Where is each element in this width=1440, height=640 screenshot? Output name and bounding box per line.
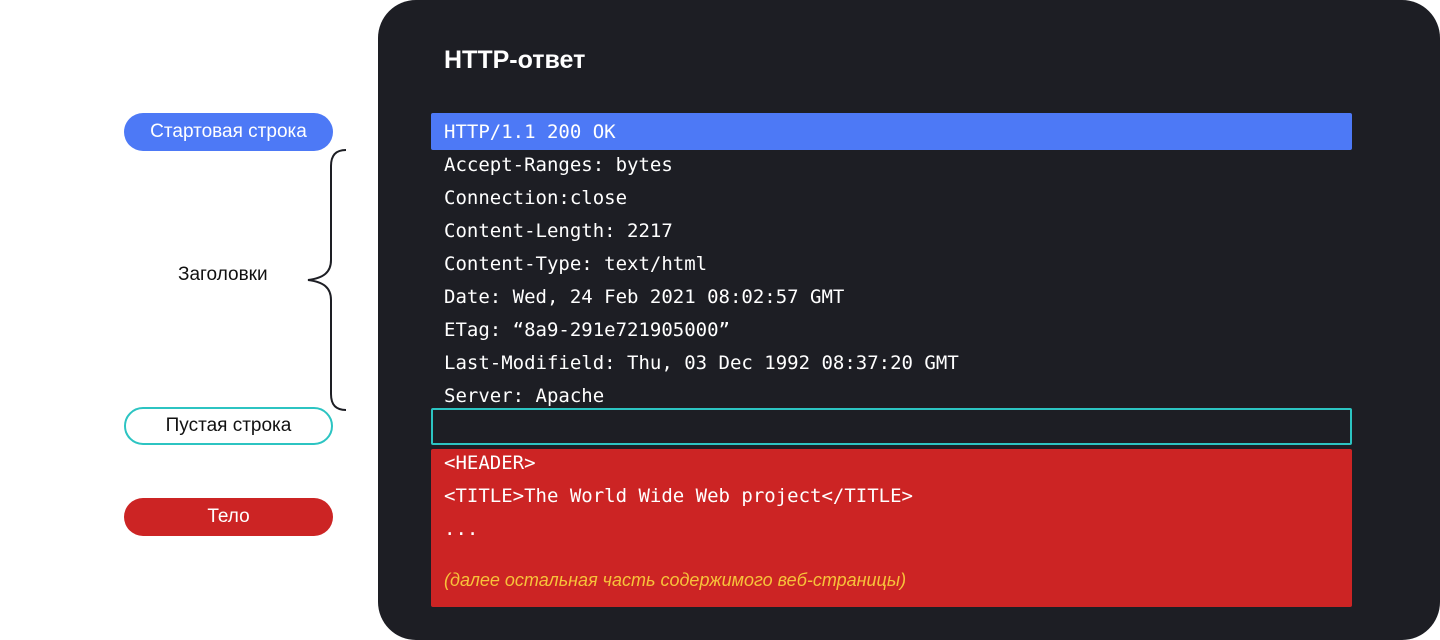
body-line: ... [444,518,479,540]
start-line-label: Стартовая строка [124,113,333,151]
header-line: Connection:close [444,187,628,209]
header-line: Accept-Ranges: bytes [444,154,673,176]
empty-line-highlight [431,408,1352,445]
headers-brace [307,149,347,411]
panel-title: HTTP-ответ [444,46,586,74]
empty-line-label: Пустая строка [124,407,333,445]
header-line: Last-Modifield: Thu, 03 Dec 1992 08:37:2… [444,352,959,374]
body-label: Тело [124,498,333,536]
header-line: Server: Apache [444,385,605,407]
header-line: Date: Wed, 24 Feb 2021 08:02:57 GMT [444,286,845,308]
header-line: Content-Length: 2217 [444,220,673,242]
body-line: <TITLE>The World Wide Web project</TITLE… [444,485,913,507]
header-line: ETag: “8a9-291e721905000” [444,319,730,341]
body-line: <HEADER> [444,452,536,474]
header-line: Content-Type: text/html [444,253,708,275]
headers-label: Заголовки [178,264,268,285]
start-line: HTTP/1.1 200 OK [444,121,616,143]
body-note: (далее остальная часть содержимого веб-с… [444,570,907,590]
